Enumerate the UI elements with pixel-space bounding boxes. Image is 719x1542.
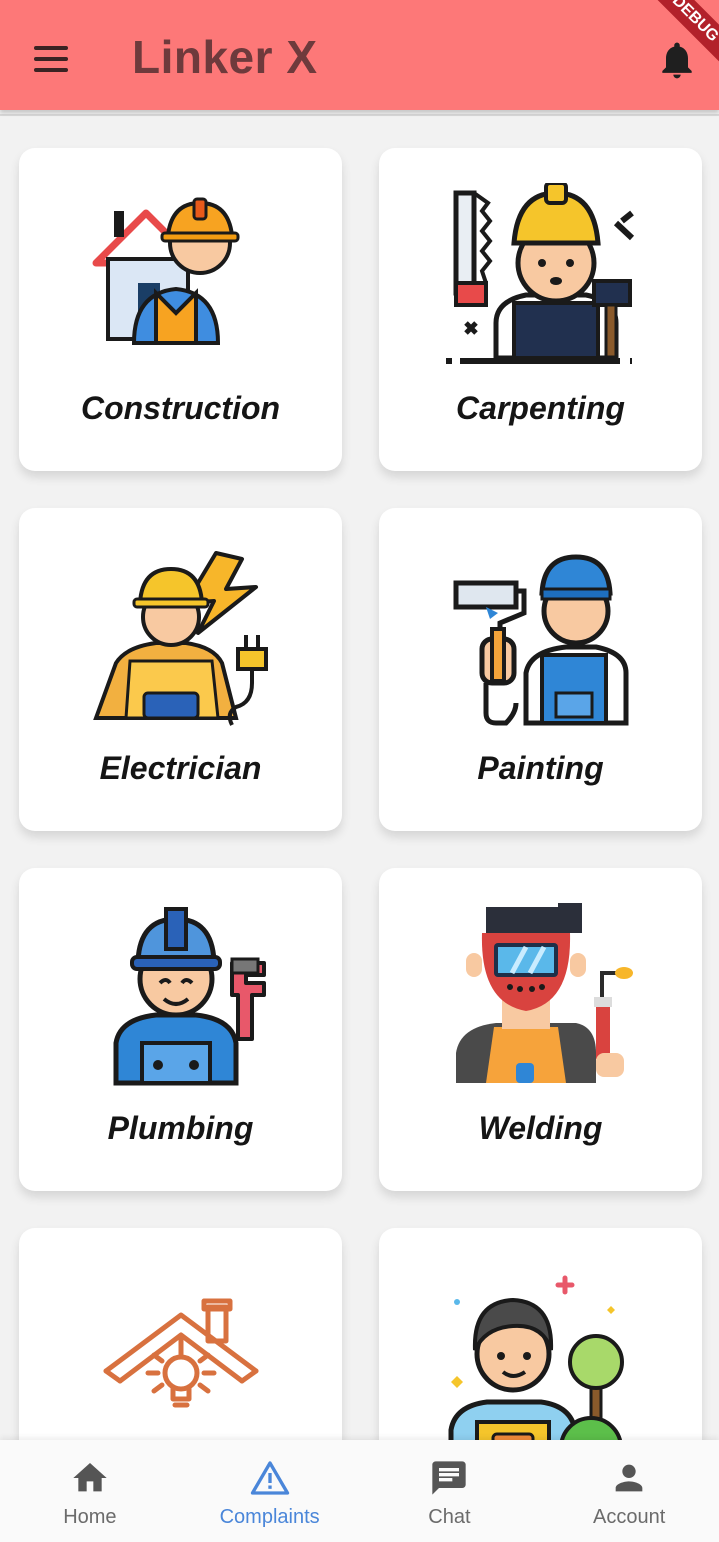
category-label: Construction [80,390,281,426]
app-screen: Linker X DEBUG Construction Carpenting E… [0,0,719,1542]
app-title: Linker X [132,31,318,83]
divider [0,114,719,116]
painter-icon [379,538,702,738]
electrician-icon [19,538,342,738]
nav-label: Account [592,1506,666,1528]
hamburger-menu-icon[interactable] [28,38,74,80]
nav-item-complaints[interactable]: Complaints [180,1440,360,1542]
category-card-construction[interactable]: Construction [19,148,342,471]
plumber-icon [19,898,342,1098]
welder-icon [379,898,702,1098]
gardener-icon [379,1258,702,1458]
nav-item-account[interactable]: Account [539,1440,719,1542]
bell-icon[interactable] [655,38,699,82]
chat-bubble-icon [432,1461,467,1495]
nav-label: Home [63,1506,117,1528]
category-label: Carpenting [456,390,625,426]
nav-label: Chat [428,1506,471,1528]
nav-label: Complaints [219,1506,320,1528]
category-label: Welding [478,1110,603,1146]
category-card-electrician[interactable]: Electrician [19,508,342,831]
nav-item-chat[interactable]: Chat [360,1440,540,1542]
person-icon [615,1464,643,1492]
app-bar: Linker X DEBUG [0,0,719,110]
home-icon [73,1463,107,1492]
category-card-plumbing[interactable]: Plumbing [19,868,342,1191]
house-light-bulb-icon [19,1258,342,1458]
construction-worker-icon [19,178,342,378]
category-label: Electrician [99,750,262,786]
category-card-painting[interactable]: Painting [379,508,702,831]
category-label: Plumbing [107,1110,254,1146]
bottom-navigation: Home Complaints Chat Account [0,1440,719,1542]
category-card-carpenting[interactable]: Carpenting [379,148,702,471]
category-label: Painting [477,750,604,786]
category-card-welding[interactable]: Welding [379,868,702,1191]
nav-item-home[interactable]: Home [0,1440,180,1542]
carpenter-icon [379,178,702,378]
warning-triangle-icon [250,1461,289,1495]
